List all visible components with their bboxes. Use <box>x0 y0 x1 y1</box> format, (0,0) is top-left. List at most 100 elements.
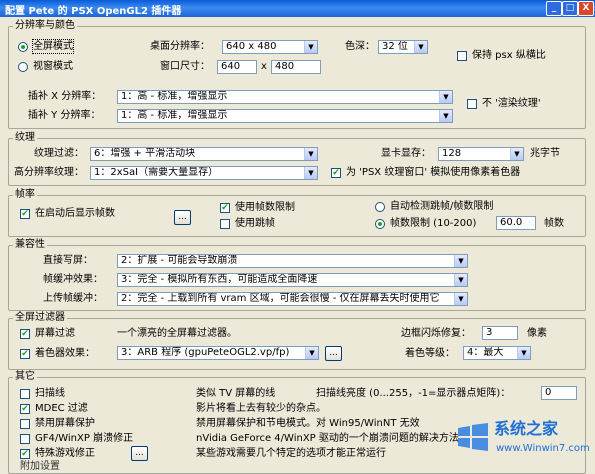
show-fps-checkbox[interactable]: ✔ <box>20 209 30 219</box>
use-fps-limit-label: 使用帧数限制 <box>235 202 295 213</box>
vram-select[interactable]: 128 ▼ <box>438 147 524 161</box>
offscreen-label: 直接写屏： <box>43 255 93 266</box>
fb-effects-select[interactable]: 3：完全 - 模拟所有东西，可能造成全面降速 ▼ <box>117 273 468 287</box>
fb-upload-label: 上传帧缓冲： <box>43 293 103 304</box>
chevron-down-icon: ▼ <box>439 91 452 103</box>
compat-group-title: 兼容性 <box>13 239 47 251</box>
fullscreen-label[interactable]: 全屏模式 <box>32 39 74 54</box>
gf4-fix-label: GF4/WinXP 崩溃修正 <box>35 433 134 444</box>
screen-filter-checkbox[interactable]: ✔ <box>20 329 30 339</box>
special-fix-desc: 某些游戏需要几个特定的选项才能正常运行 <box>196 448 386 459</box>
watermark-logo-icon <box>458 423 488 451</box>
scan-brightness-input[interactable]: 0 <box>541 386 577 400</box>
interp-y-label: 插补 Y 分辨率： <box>28 110 101 121</box>
windowed-radio[interactable] <box>18 62 28 72</box>
keep-ratio-label: 保持 psx 纵横比 <box>472 50 546 61</box>
shader-effect-checkbox[interactable]: ✔ <box>20 349 30 359</box>
fps-limit-input[interactable]: 60.0 <box>496 216 536 230</box>
shader-level-select[interactable]: 4：最大 ▼ <box>463 346 531 360</box>
disable-saver-label: 禁用屏幕保护 <box>35 418 95 429</box>
color-depth-label: 色深： <box>345 41 375 52</box>
texture-filter-label: 纹理过滤： <box>34 148 84 159</box>
fps-settings-button[interactable]: ... <box>174 210 191 225</box>
window-height-input[interactable]: 480 <box>271 60 321 74</box>
fps-limit-radio[interactable] <box>375 219 385 229</box>
resolution-group-title: 分辨率与颜色 <box>13 20 77 32</box>
interp-x-select[interactable]: 1：高 - 标准，增强显示 ▼ <box>117 90 453 104</box>
texture-group-title: 纹理 <box>13 132 37 144</box>
keep-ratio-checkbox[interactable] <box>457 51 467 61</box>
watermark: 系统之家 www.Winwin7.com <box>456 418 590 460</box>
auto-detect-radio[interactable] <box>375 202 385 212</box>
windowed-label[interactable]: 视窗模式 <box>33 60 73 73</box>
chevron-down-icon: ▼ <box>304 148 317 160</box>
no-render-texture-checkbox[interactable] <box>467 99 477 109</box>
fps-limit-label: 帧数限制 (10-200) <box>390 218 477 229</box>
use-frame-skip-checkbox[interactable] <box>220 219 230 229</box>
window-size-label: 窗口尺寸： <box>160 61 210 72</box>
screen-filter-label: 屏幕过滤 <box>35 328 75 339</box>
chevron-down-icon: ▼ <box>304 41 317 53</box>
mdec-label: MDEC 过滤 <box>35 403 88 414</box>
interp-y-select[interactable]: 1：高 - 标准，增强显示 ▼ <box>117 109 453 123</box>
watermark-brand: 系统之家 <box>494 419 559 438</box>
fb-upload-select[interactable]: 2：完全 - 上载到所有 vram 区域，可能会很慢 - 仅在屏幕丢失时使用它 ▼ <box>117 292 468 306</box>
screen-filter-desc: 一个漂亮的全屏幕过滤器。 <box>117 328 237 339</box>
window-width-input[interactable]: 640 <box>217 60 257 74</box>
chevron-down-icon: ▼ <box>454 255 467 267</box>
shader-effect-select[interactable]: 3：ARB 程序 (gpuPeteOGL2.vp/fp) ▼ <box>117 346 319 360</box>
disable-saver-desc: 禁用屏幕保护和节电模式。对 Win95/WinNT 无效 <box>196 418 420 429</box>
chevron-down-icon: ▼ <box>414 41 427 53</box>
title-bar: 配置 Pete 的 PSX OpenGL2 插件器 _ □ X <box>0 0 595 17</box>
close-button[interactable]: X <box>578 1 594 16</box>
scan-brightness-label: 扫描线亮度 (0...255，-1=显示器点矩阵)： <box>316 388 511 399</box>
auto-detect-label: 自动检测跳帧/帧数限制 <box>390 201 494 212</box>
mdec-desc: 影片将看上去有较少的杂点。 <box>196 403 326 414</box>
bottom-cut-label: 附加设置 <box>20 461 60 472</box>
edge-fix-label: 边框闪烁修复： <box>401 328 471 339</box>
desktop-res-select[interactable]: 640 x 480 ▼ <box>222 40 318 54</box>
shader-effect-label: 着色器效果： <box>35 348 95 359</box>
chevron-down-icon: ▼ <box>304 167 317 179</box>
scanlines-desc: 类似 TV 屏幕的线 <box>196 388 276 399</box>
shader-settings-button[interactable]: ... <box>325 346 342 361</box>
use-frame-skip-label: 使用跳帧 <box>235 218 275 229</box>
watermark-url: www.Winwin7.com <box>496 443 590 454</box>
fs-filter-group-title: 全屏过滤器 <box>13 312 67 324</box>
color-depth-select[interactable]: 32 位 ▼ <box>378 40 428 54</box>
gf4-fix-desc: nVidia GeForce 4/WinXP 驱动的一个崩溃问题的解决方法 <box>196 433 459 444</box>
special-fix-label: 特殊游戏修正 <box>35 448 95 459</box>
psx-window-checkbox[interactable]: ✔ <box>331 168 341 178</box>
chevron-down-icon: ▼ <box>454 274 467 286</box>
mdec-checkbox[interactable]: ✔ <box>20 404 30 414</box>
special-fix-checkbox[interactable]: ✔ <box>20 449 30 459</box>
vram-unit: 兆字节 <box>530 148 560 159</box>
gf4-fix-checkbox[interactable] <box>20 434 30 444</box>
texture-filter-select[interactable]: 6：增强 + 平滑活动块 ▼ <box>90 147 318 161</box>
disable-saver-checkbox[interactable] <box>20 419 30 429</box>
edge-fix-unit: 像素 <box>527 328 547 339</box>
scanlines-checkbox[interactable] <box>20 389 30 399</box>
fps-group-title: 帧率 <box>13 189 37 201</box>
minimize-button[interactable]: _ <box>546 1 562 16</box>
chevron-down-icon: ▼ <box>517 347 530 359</box>
window-title: 配置 Pete 的 PSX OpenGL2 插件器 <box>5 6 182 17</box>
show-fps-label: 在启动后显示帧数 <box>35 208 115 219</box>
offscreen-select[interactable]: 2：扩展 - 可能会导致崩溃 ▼ <box>117 254 468 268</box>
scanlines-label: 扫描线 <box>35 388 65 399</box>
special-fix-button[interactable]: ... <box>131 446 148 461</box>
no-render-texture-label: 不 '渲染纹理' <box>482 98 541 109</box>
psx-window-label: 为 'PSX 纹理窗口' 模拟使用像素着色器 <box>346 167 521 178</box>
desktop-res-label: 桌面分辨率： <box>150 41 210 52</box>
chevron-down-icon: ▼ <box>439 110 452 122</box>
use-fps-limit-checkbox[interactable]: ✔ <box>220 203 230 213</box>
interp-x-label: 插补 X 分辨率： <box>28 91 102 102</box>
size-separator: x <box>261 61 267 72</box>
hires-texture-select[interactable]: 1：2xSaI（需要大量显存） ▼ <box>90 166 318 180</box>
maximize-button[interactable]: □ <box>562 1 578 16</box>
fps-unit: 帧数 <box>544 218 564 229</box>
vram-label: 显卡显存： <box>381 148 431 159</box>
chevron-down-icon: ▼ <box>454 293 467 305</box>
fullscreen-radio[interactable] <box>18 42 28 52</box>
edge-fix-input[interactable]: 3 <box>482 326 518 340</box>
